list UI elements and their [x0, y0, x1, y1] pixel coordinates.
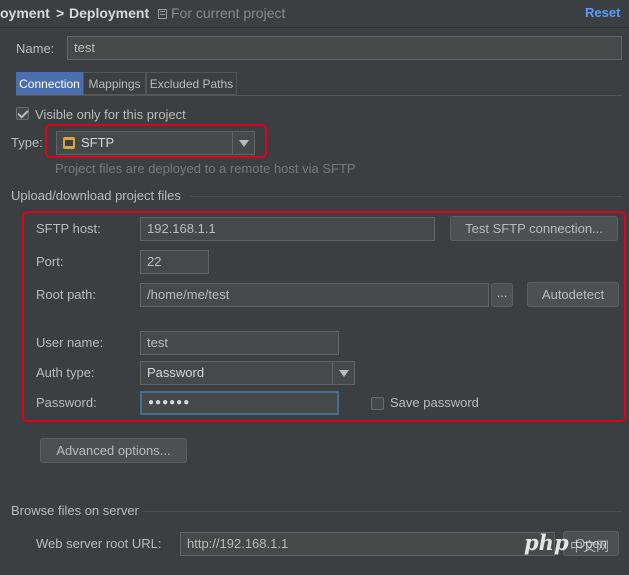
port-field[interactable]: 22 [140, 250, 209, 274]
password-label: Password: [36, 395, 97, 410]
tab-connection[interactable]: Connection [16, 72, 83, 95]
port-label: Port: [36, 254, 64, 269]
check-mark-icon [17, 107, 29, 119]
test-sftp-connection-button[interactable]: Test SFTP connection... [450, 216, 618, 241]
breadcrumb-parent[interactable]: oyment [0, 5, 50, 21]
browse-section-divider [142, 511, 622, 512]
password-field[interactable]: ●●●●●● [140, 391, 339, 415]
save-password-checkbox[interactable] [371, 397, 384, 410]
upload-section-divider [190, 196, 622, 197]
type-description: Project files are deployed to a remote h… [55, 161, 356, 176]
project-scope-icon [158, 9, 167, 19]
browse-root-path-button[interactable]: ... [491, 283, 513, 307]
name-field[interactable]: test [67, 36, 622, 60]
save-password-label: Save password [390, 395, 479, 410]
type-dropdown[interactable]: SFTP [56, 131, 255, 155]
auth-type-label: Auth type: [36, 365, 95, 380]
page-title: Deployment [69, 5, 150, 21]
sftp-icon [63, 137, 75, 149]
advanced-options-button[interactable]: Advanced options... [40, 438, 187, 463]
root-path-label: Root path: [36, 287, 96, 302]
name-label: Name: [16, 41, 55, 56]
breadcrumb-separator: > [56, 5, 65, 21]
sftp-host-field[interactable]: 192.168.1.1 [140, 217, 435, 241]
upload-section-title: Upload/download project files [11, 188, 181, 203]
web-root-url-label: Web server root URL: [36, 536, 162, 551]
auth-type-dropdown[interactable]: Password [140, 361, 355, 385]
browse-section-title: Browse files on server [11, 503, 139, 518]
chevron-down-icon[interactable] [232, 132, 254, 154]
tab-excluded-paths[interactable]: Excluded Paths [146, 72, 237, 95]
scope-text: For current project [171, 5, 286, 21]
visible-only-checkbox[interactable] [16, 107, 29, 120]
php-watermark: php 中文网 [524, 526, 614, 560]
root-path-field[interactable]: /home/me/test [140, 283, 489, 307]
user-name-label: User name: [36, 335, 104, 350]
tabs-divider [16, 95, 622, 96]
header-divider [0, 27, 629, 28]
sftp-host-label: SFTP host: [36, 221, 101, 236]
chevron-down-icon[interactable] [332, 362, 354, 384]
autodetect-button[interactable]: Autodetect [527, 282, 619, 307]
watermark-suffix: 中文网 [570, 539, 610, 554]
web-root-url-field[interactable]: http://192.168.1.1 [180, 532, 555, 556]
type-label: Type: [11, 135, 43, 150]
user-name-field[interactable]: test [140, 331, 339, 355]
php-logo-icon: php [524, 530, 569, 555]
tab-mappings[interactable]: Mappings [83, 72, 146, 95]
visible-only-label: Visible only for this project [35, 107, 186, 122]
type-value: SFTP [81, 135, 115, 150]
reset-link[interactable]: Reset [585, 5, 620, 20]
auth-type-value: Password [147, 365, 205, 380]
